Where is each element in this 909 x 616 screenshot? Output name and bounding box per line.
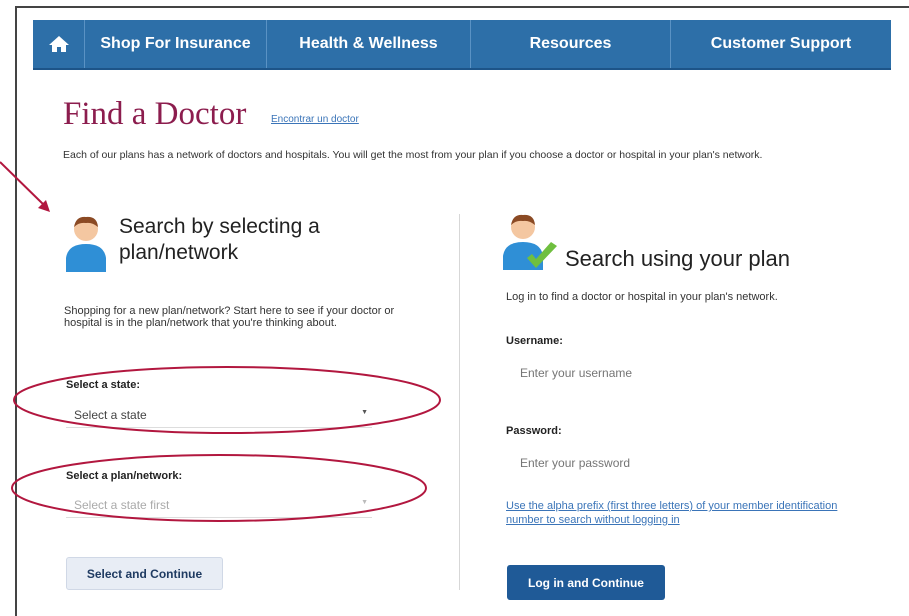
plan-label: Select a plan/network: [66,470,183,482]
nav-resources[interactable]: Resources [471,20,671,68]
nav-health-wellness[interactable]: Health & Wellness [267,20,471,68]
left-heading: Search by selecting a plan/network [119,215,320,264]
alpha-prefix-link[interactable]: Use the alpha prefix (first three letter… [506,499,856,527]
left-description: Shopping for a new plan/network? Start h… [64,305,395,329]
password-label: Password: [506,425,562,437]
plan-select-value: Select a state first [74,498,170,512]
state-select[interactable]: Select a state ▼ [66,404,372,428]
dropdown-caret-icon: ▼ [361,499,368,506]
nav-shop-for-insurance[interactable]: Shop For Insurance [85,20,267,68]
dropdown-caret-icon: ▼ [361,409,368,416]
select-continue-button[interactable]: Select and Continue [66,557,223,590]
intro-text: Each of our plans has a network of docto… [63,149,763,161]
state-select-value: Select a state [74,408,147,422]
state-label: Select a state: [66,379,140,391]
password-input[interactable] [520,454,840,472]
person-check-icon [503,214,557,270]
spanish-link[interactable]: Encontrar un doctor [271,114,359,125]
column-divider [459,214,460,590]
annotation-arrow [0,161,50,212]
page-title: Find a Doctor [63,96,247,132]
plan-select[interactable]: Select a state first ▼ [66,494,372,518]
right-heading: Search using your plan [565,246,791,271]
right-description: Log in to find a doctor or hospital in y… [506,291,778,303]
username-label: Username: [506,335,563,347]
nav-customer-support[interactable]: Customer Support [671,20,891,68]
person-icon [66,216,106,272]
username-input[interactable] [520,364,840,382]
login-continue-button[interactable]: Log in and Continue [507,565,665,600]
main-nav: Shop For Insurance Health & Wellness Res… [33,20,891,70]
